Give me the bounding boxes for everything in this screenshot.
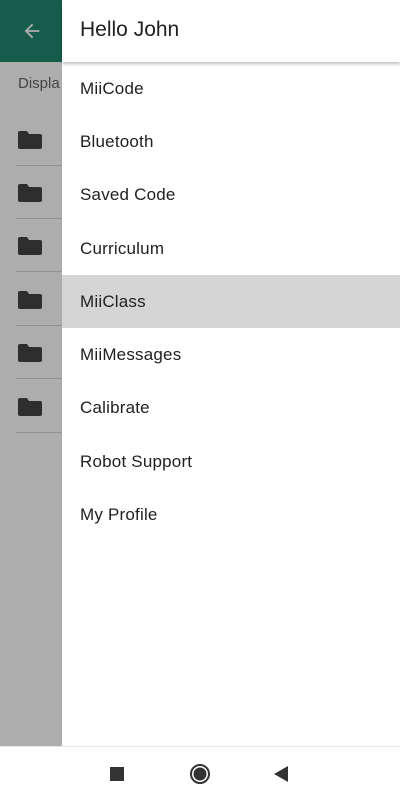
menu-item-miicode[interactable]: MiiCode: [62, 62, 400, 115]
menu-item-saved-code[interactable]: Saved Code: [62, 169, 400, 222]
square-icon: [110, 767, 124, 781]
menu-item-my-profile[interactable]: My Profile: [62, 488, 400, 541]
system-navigation-bar: [0, 746, 400, 800]
drawer-greeting: Hello John: [80, 18, 180, 41]
triangle-back-icon: [274, 766, 288, 782]
drawer-menu: MiiCode Bluetooth Saved Code Curriculum …: [62, 62, 400, 542]
recents-button[interactable]: [104, 761, 130, 787]
home-button[interactable]: [187, 761, 213, 787]
drawer-header: Hello John: [62, 0, 400, 62]
menu-item-curriculum[interactable]: Curriculum: [62, 222, 400, 275]
menu-item-calibrate[interactable]: Calibrate: [62, 382, 400, 435]
menu-item-miiclass[interactable]: MiiClass: [62, 275, 400, 329]
menu-item-robot-support[interactable]: Robot Support: [62, 435, 400, 488]
menu-item-miimessages[interactable]: MiiMessages: [62, 328, 400, 381]
navigation-drawer: Hello John MiiCode Bluetooth Saved Code …: [62, 0, 400, 746]
back-nav-button[interactable]: [268, 761, 294, 787]
menu-item-bluetooth[interactable]: Bluetooth: [62, 115, 400, 168]
circle-icon: [190, 764, 210, 784]
